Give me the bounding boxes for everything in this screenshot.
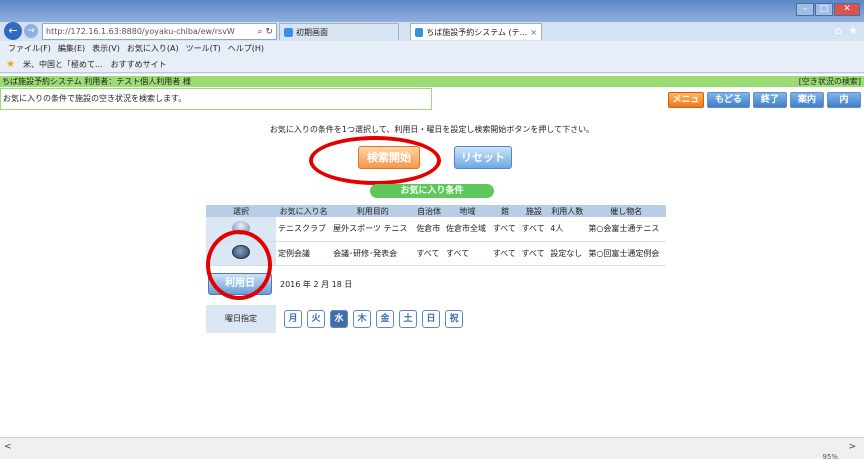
menu-help[interactable]: ヘルプ(H) xyxy=(228,43,264,54)
column-header: 選択 xyxy=(206,205,276,217)
weekday-label: 曜日指定 xyxy=(206,305,276,333)
favorite-link-recommended[interactable]: おすすめサイト xyxy=(111,59,167,70)
menu-tools[interactable]: ツール(T) xyxy=(186,43,221,54)
address-url[interactable]: http://172.16.1.63:8880/yoyaku-chiba/ew/… xyxy=(46,27,254,36)
tab-title: ちば施設予約システム (テ... xyxy=(426,27,528,37)
column-header: 自治体 xyxy=(414,205,445,217)
favorites-star-icon[interactable]: ★ xyxy=(848,24,858,37)
table-cell: すべて xyxy=(519,217,549,242)
table-cell: 第○会富士通テニス xyxy=(586,217,666,242)
table-cell: 設定なし xyxy=(548,241,587,266)
reset-button[interactable]: リセット xyxy=(454,146,512,169)
menu-button[interactable]: メニューへ xyxy=(668,92,704,119)
system-header-bar: ちば施設予約システム 利用者：テスト個人利用者 様 [空き状況の検索] xyxy=(0,76,864,87)
search-icon[interactable]: ⌕ xyxy=(257,27,262,37)
tab-initial[interactable]: 初期画面 xyxy=(279,23,399,40)
status-bar: < > 95% xyxy=(0,437,864,461)
page-description: お気に入りの条件で施設の空き状況を検索します。 xyxy=(0,88,432,110)
instruction-text: お気に入りの条件を1つ選択して、利用日・曜日を設定し検索開始ボタンを押して下さい… xyxy=(269,125,595,134)
weekday-sunday[interactable]: 日 xyxy=(422,310,440,328)
info-button[interactable]: 内 xyxy=(827,92,861,108)
refresh-icon[interactable]: ↻ xyxy=(265,27,273,37)
window-controls: – □ ✕ xyxy=(796,3,860,16)
favorite-link-news[interactable]: 米、中国と「極めて... xyxy=(23,59,103,70)
address-bar[interactable]: http://172.16.1.63:8880/yoyaku-chiba/ew/… xyxy=(42,23,277,40)
table-cell: すべて xyxy=(444,241,491,266)
system-user: ちば施設予約システム 利用者：テスト個人利用者 様 xyxy=(2,77,191,86)
weekday-buttons: 月 火 水 木 金 土 日 祝 xyxy=(284,310,463,328)
weekday-friday[interactable]: 金 xyxy=(376,310,394,328)
page-favicon-icon xyxy=(415,27,424,37)
page-favicon-icon xyxy=(284,27,293,37)
table-cell: すべて xyxy=(414,241,445,266)
weekday-holiday[interactable]: 祝 xyxy=(445,310,463,328)
window-titlebar: – □ ✕ xyxy=(0,0,864,22)
end-button[interactable]: 終了 xyxy=(753,92,787,108)
table-row: 定例会議 会議･研修･発表会 すべて すべて すべて すべて 設定なし 第○回富… xyxy=(206,241,666,266)
red-annotation-circle xyxy=(309,136,441,185)
forward-arrow-icon[interactable]: → xyxy=(24,24,38,38)
red-annotation-circle xyxy=(206,230,272,300)
column-header: 催し物名 xyxy=(586,205,666,217)
column-header: 利用目的 xyxy=(331,205,415,217)
menu-bar: ファイル(F) 編集(E) 表示(V) お気に入り(A) ツール(T) ヘルプ(… xyxy=(0,41,864,56)
weekday-row: 曜日指定 月 火 水 木 金 土 日 祝 xyxy=(206,305,666,333)
tab-title: 初期画面 xyxy=(296,27,328,37)
home-icon[interactable]: ⌂ xyxy=(835,24,842,37)
favorites-star-icon[interactable]: ★ xyxy=(6,59,15,70)
scroll-left-icon[interactable]: < xyxy=(4,442,12,452)
menu-view[interactable]: 表示(V) xyxy=(92,43,120,54)
page-name: [空き状況の検索] xyxy=(798,77,861,86)
menu-edit[interactable]: 編集(E) xyxy=(58,43,85,54)
table-cell: 4人 xyxy=(548,217,587,242)
weekday-saturday[interactable]: 土 xyxy=(399,310,417,328)
date-row: 利用日 2016 年 2 月 18 日 xyxy=(206,270,666,300)
column-header: お気に入り名 xyxy=(276,205,332,217)
back-button[interactable]: もどる xyxy=(707,92,750,108)
back-arrow-icon[interactable]: ← xyxy=(4,22,22,40)
table-cell: すべて xyxy=(490,241,520,266)
weekday-thursday[interactable]: 木 xyxy=(353,310,371,328)
zoom-level[interactable]: 95% xyxy=(822,453,838,461)
weekday-wednesday[interactable]: 水 xyxy=(330,310,348,328)
table-cell: テニスクラブ xyxy=(276,217,332,242)
table-cell: すべて xyxy=(519,241,549,266)
scroll-right-icon[interactable]: > xyxy=(848,442,856,452)
close-window-button[interactable]: ✕ xyxy=(834,3,860,16)
table-cell: 屋外スポーツ テニス xyxy=(331,217,415,242)
column-header: 施設 xyxy=(519,205,549,217)
minimize-button[interactable]: – xyxy=(796,3,814,16)
table-cell: 定例会議 xyxy=(276,241,332,266)
tab-chiba-system[interactable]: ちば施設予約システム (テ... × xyxy=(410,23,542,40)
maximize-button[interactable]: □ xyxy=(815,3,833,16)
column-header: 館 xyxy=(490,205,520,217)
browser-nav-icons: ⌂ ★ xyxy=(835,24,858,37)
table-cell: すべて xyxy=(490,217,520,242)
table-cell: 佐倉市 xyxy=(414,217,445,242)
favorites-bar: ★ 米、中国と「極めて... おすすめサイト xyxy=(0,56,864,73)
table-cell: 第○回富士通定例会 xyxy=(586,241,666,266)
favorites-title: お気に入り条件 xyxy=(370,184,494,198)
guide-button[interactable]: 案内 xyxy=(790,92,824,108)
table-cell: 会議･研修･発表会 xyxy=(331,241,415,266)
column-header: 利用人数 xyxy=(548,205,587,217)
table-cell: 佐倉市全域 xyxy=(444,217,491,242)
weekday-monday[interactable]: 月 xyxy=(284,310,302,328)
table-header-row: 選択 お気に入り名 利用目的 自治体 地域 館 施設 利用人数 催し物名 xyxy=(206,205,666,217)
weekday-tuesday[interactable]: 火 xyxy=(307,310,325,328)
menu-favorites[interactable]: お気に入り(A) xyxy=(127,43,179,54)
close-tab-icon[interactable]: × xyxy=(530,28,537,37)
menu-file[interactable]: ファイル(F) xyxy=(8,43,51,54)
date-value: 2016 年 2 月 18 日 xyxy=(280,280,353,289)
table-row: テニスクラブ 屋外スポーツ テニス 佐倉市 佐倉市全域 すべて すべて 4人 第… xyxy=(206,217,666,242)
column-header: 地域 xyxy=(444,205,491,217)
favorites-table: 選択 お気に入り名 利用目的 自治体 地域 館 施設 利用人数 催し物名 テニス… xyxy=(206,205,666,266)
